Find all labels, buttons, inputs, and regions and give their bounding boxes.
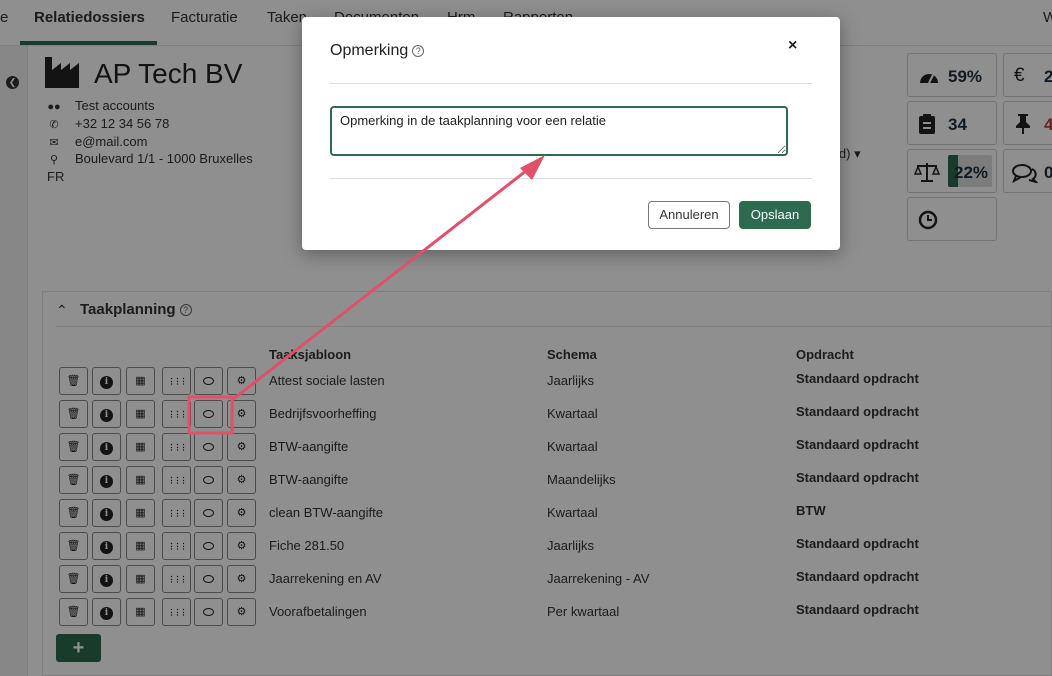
cancel-button[interactable]: Annuleren xyxy=(648,201,730,229)
save-button[interactable]: Opslaan xyxy=(739,201,811,229)
help-icon[interactable]: ? xyxy=(412,45,425,57)
close-icon[interactable]: × xyxy=(788,37,797,55)
modal-header-divider xyxy=(330,83,812,84)
comment-textarea[interactable]: Opmerking in de taakplanning voor een re… xyxy=(330,106,788,156)
modal-title-text: Opmerking xyxy=(330,42,409,59)
modal-title: Opmerking? xyxy=(330,42,425,60)
modal-footer-divider xyxy=(330,178,812,179)
comment-modal: Opmerking? × Opmerking in de taakplannin… xyxy=(302,17,840,250)
